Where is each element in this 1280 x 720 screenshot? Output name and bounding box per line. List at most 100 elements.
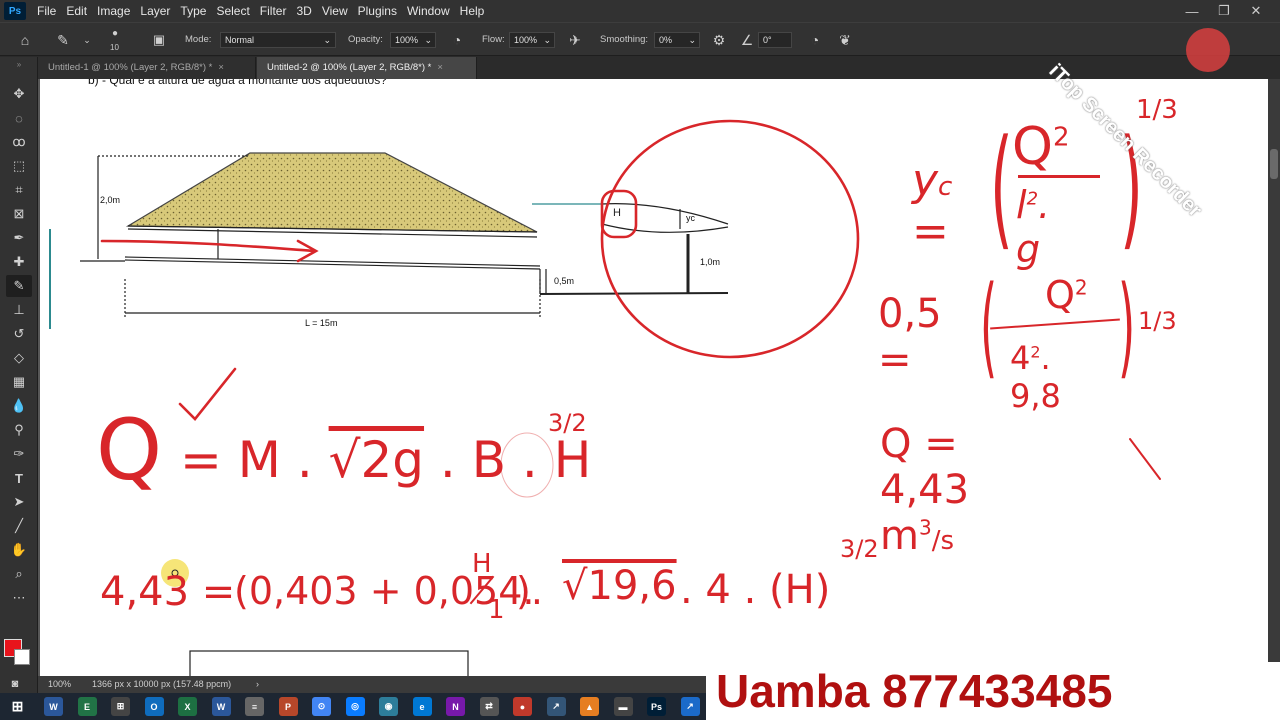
status-arrow-icon[interactable]: › bbox=[256, 676, 259, 693]
taskbar-app-icon[interactable]: O bbox=[144, 697, 164, 716]
close-tab-icon[interactable]: × bbox=[218, 62, 224, 73]
dodge-tool-icon[interactable]: ⚲ bbox=[6, 419, 32, 441]
taskbar-app-icon[interactable]: X bbox=[178, 697, 197, 716]
taskbar-app-icon[interactable]: ▲ bbox=[580, 697, 599, 716]
menu-layer[interactable]: Layer bbox=[135, 0, 175, 22]
subst-tail: . 4 . (H) bbox=[680, 567, 831, 613]
menu-filter[interactable]: Filter bbox=[255, 0, 292, 22]
taskbar-app-icon[interactable]: ⊙ bbox=[312, 697, 331, 716]
flow-input[interactable]: 100% ⌄ bbox=[509, 32, 555, 48]
tab-label: Untitled-1 @ 100% (Layer 2, RGB/8*) * bbox=[48, 62, 213, 73]
taskbar-app-icon[interactable]: ↗ bbox=[680, 697, 700, 716]
zoom-level[interactable]: 100% bbox=[48, 676, 71, 693]
gradient-tool-icon[interactable]: ▦ bbox=[6, 371, 32, 393]
restore-button[interactable]: ❐ bbox=[1208, 0, 1240, 22]
yc-label: yc bbox=[686, 213, 695, 223]
taskbar-app-icon[interactable]: W bbox=[211, 697, 231, 716]
eyedropper-tool-icon[interactable]: ✒ bbox=[6, 227, 32, 249]
vertical-scrollbar[interactable] bbox=[1268, 79, 1280, 693]
zoom-tool-icon[interactable]: ⌕ bbox=[6, 563, 32, 585]
tab-untitled-2[interactable]: Untitled-2 @ 100% (Layer 2, RGB/8*) * × bbox=[257, 57, 477, 79]
menu-edit[interactable]: Edit bbox=[61, 0, 92, 22]
minimize-button[interactable]: — bbox=[1176, 0, 1208, 22]
smoothing-input[interactable]: 0% ⌄ bbox=[654, 32, 700, 48]
collapse-arrows-icon[interactable]: » bbox=[6, 59, 32, 69]
menu-type[interactable]: Type bbox=[175, 0, 211, 22]
more-tools-icon[interactable]: ⋯ bbox=[6, 587, 32, 609]
chevron-down-icon[interactable]: ⌄ bbox=[78, 23, 96, 57]
angle-input[interactable]: 0° bbox=[758, 32, 792, 48]
close-button[interactable]: ✕ bbox=[1240, 0, 1272, 22]
taskbar-app-icon[interactable]: ≡ bbox=[245, 697, 264, 716]
history-brush-tool-icon[interactable]: ↺ bbox=[6, 323, 32, 345]
smoothing-label: Smoothing: bbox=[600, 34, 649, 45]
home-icon[interactable]: ⌂ bbox=[16, 23, 34, 57]
taskbar-app-icon[interactable]: ● bbox=[513, 697, 532, 716]
brush-settings-icon[interactable]: ▣ bbox=[150, 23, 168, 57]
pen-tool-icon[interactable]: ✑ bbox=[6, 443, 32, 465]
airbrush-icon[interactable]: ✈ bbox=[566, 23, 584, 57]
hand-tool-icon[interactable]: ✋ bbox=[6, 539, 32, 561]
blur-tool-icon[interactable]: 💧 bbox=[6, 395, 32, 417]
background-color-swatch[interactable] bbox=[14, 649, 30, 665]
canvas-area[interactable]: b) - Qual é a altura de água à montante … bbox=[38, 79, 1268, 676]
photoshop-logo[interactable]: Ps bbox=[4, 2, 26, 20]
document-tabs: Untitled-1 @ 100% (Layer 2, RGB/8*) * × U… bbox=[38, 57, 1280, 79]
taskbar-app-icon[interactable]: ◉ bbox=[379, 697, 398, 716]
subst-exponent: 3/2 bbox=[840, 535, 879, 563]
tab-untitled-1[interactable]: Untitled-1 @ 100% (Layer 2, RGB/8*) * × bbox=[38, 57, 256, 79]
menu-select[interactable]: Select bbox=[211, 0, 254, 22]
lasso-tool-icon[interactable]: ꝏ bbox=[6, 131, 32, 153]
yc-open-paren: ( bbox=[990, 111, 1013, 263]
taskbar-app-icon[interactable]: ⇄ bbox=[479, 697, 499, 716]
quick-mask-icon[interactable]: ◙ bbox=[2, 673, 28, 695]
scrollbar-thumb[interactable] bbox=[1270, 149, 1278, 179]
windows-start-icon[interactable]: ⊞ bbox=[8, 697, 27, 716]
healing-tool-icon[interactable]: ✚ bbox=[6, 251, 32, 273]
menu-bar: Ps File Edit Image Layer Type Select Fil… bbox=[0, 0, 1280, 22]
taskbar-app-icon[interactable]: W bbox=[44, 697, 63, 716]
eraser-tool-icon[interactable]: ◇ bbox=[6, 347, 32, 369]
taskbar-app-icon[interactable]: ↗ bbox=[546, 697, 566, 716]
taskbar-app-icon[interactable]: ▬ bbox=[613, 697, 633, 716]
mode-select-value: Normal bbox=[225, 35, 255, 45]
gear-icon[interactable]: ⚙ bbox=[710, 23, 728, 57]
taskbar-app-icon[interactable]: e bbox=[412, 697, 432, 716]
brush-preset-icon[interactable]: ✎ bbox=[54, 23, 72, 57]
stamp-tool-icon[interactable]: ⊥ bbox=[6, 299, 32, 321]
mode-select[interactable]: Normal ⌄ bbox=[220, 32, 336, 48]
taskbar-app-icon[interactable]: E bbox=[77, 697, 97, 716]
h-label: H bbox=[613, 207, 621, 219]
symmetry-icon[interactable]: ❦ bbox=[836, 23, 854, 57]
taskbar-app-icon[interactable]: Ps bbox=[647, 697, 666, 716]
menu-plugins[interactable]: Plugins bbox=[353, 0, 402, 22]
move-tool-icon[interactable]: ✥ bbox=[6, 83, 32, 105]
path-select-tool-icon[interactable]: ➤ bbox=[6, 491, 32, 513]
crop-tool-icon[interactable]: ⌗ bbox=[6, 179, 32, 201]
menu-image[interactable]: Image bbox=[92, 0, 135, 22]
document-canvas[interactable]: b) - Qual é a altura de água à montante … bbox=[40, 79, 1268, 676]
menu-file[interactable]: File bbox=[32, 0, 61, 22]
menu-help[interactable]: Help bbox=[455, 0, 490, 22]
tools-panel: » ✥ ◌ ꝏ ⬚ ⌗ ⊠ ✒ ✚ ✎ ⊥ ↺ ◇ ▦ 💧 ⚲ ✑ T ➤ ╱ … bbox=[0, 57, 38, 697]
taskbar-app-icon[interactable]: ⊞ bbox=[111, 697, 130, 716]
pressure-size-icon[interactable]: ◔ bbox=[806, 23, 824, 57]
opacity-input[interactable]: 100% ⌄ bbox=[390, 32, 436, 48]
close-tab-icon[interactable]: × bbox=[437, 62, 443, 73]
object-select-tool-icon[interactable]: ⬚ bbox=[6, 155, 32, 177]
menu-view[interactable]: View bbox=[317, 0, 353, 22]
type-tool-icon[interactable]: T bbox=[6, 467, 32, 489]
line-tool-icon[interactable]: ╱ bbox=[6, 515, 32, 537]
taskbar-app-icon[interactable]: ◎ bbox=[345, 697, 365, 716]
marquee-tool-icon[interactable]: ◌ bbox=[6, 107, 32, 129]
eq2-lhs: 0,5 = bbox=[878, 291, 942, 383]
dim-1m-label: 1,0m bbox=[700, 257, 721, 267]
frame-tool-icon[interactable]: ⊠ bbox=[6, 203, 32, 225]
menu-3d[interactable]: 3D bbox=[291, 0, 316, 22]
menu-window[interactable]: Window bbox=[402, 0, 455, 22]
taskbar-app-icon[interactable]: N bbox=[446, 697, 465, 716]
taskbar-app-icon[interactable]: P bbox=[278, 697, 298, 716]
pressure-opacity-icon[interactable]: ◔ bbox=[448, 23, 466, 57]
inset-crest bbox=[601, 223, 729, 233]
brush-tool-icon[interactable]: ✎ bbox=[6, 275, 32, 297]
